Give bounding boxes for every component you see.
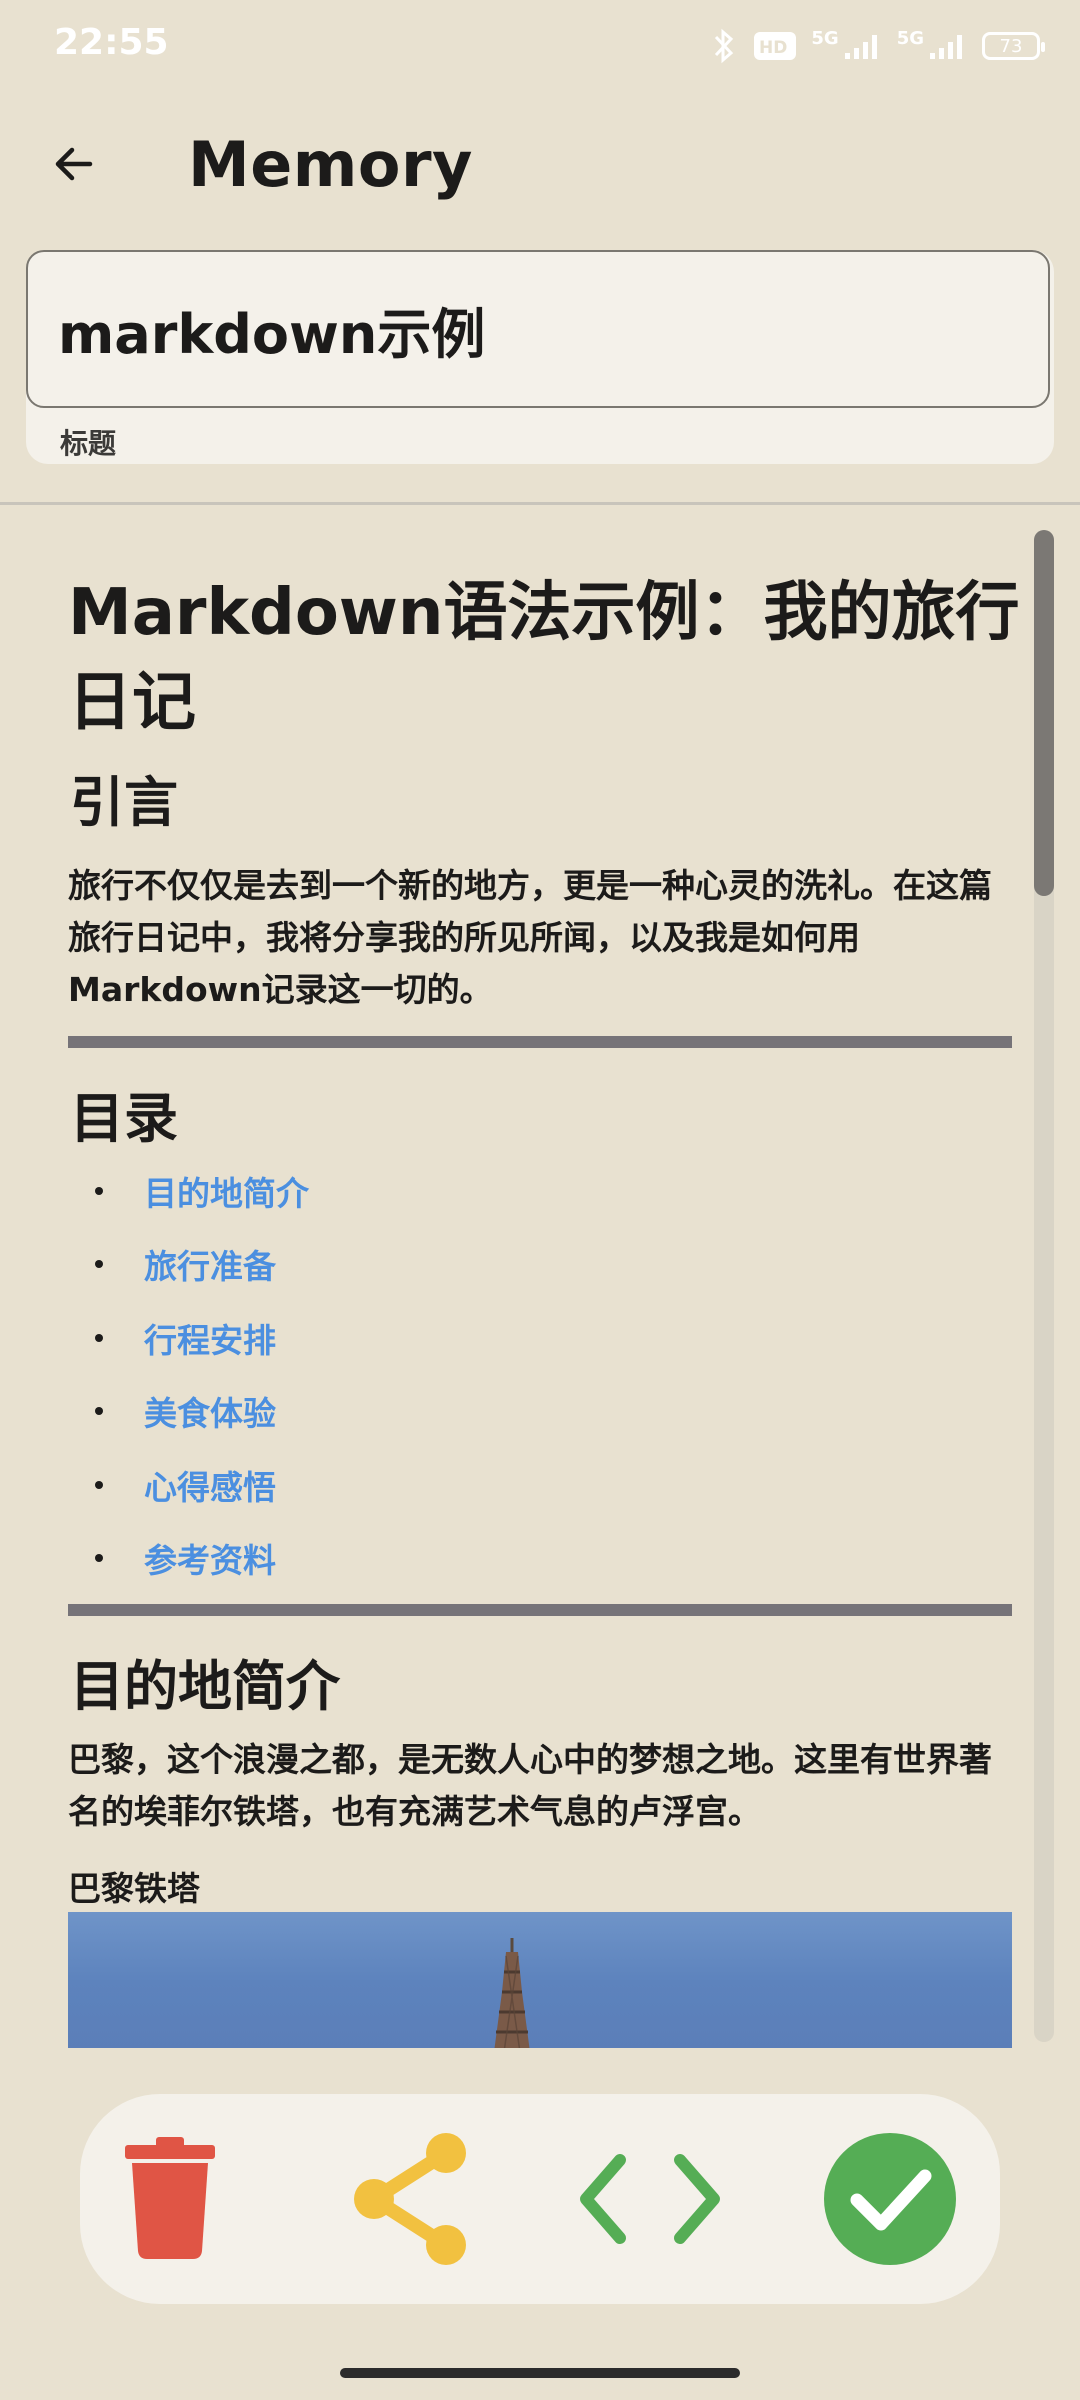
battery-icon: 73 xyxy=(982,32,1045,60)
section-heading-destination: 目的地简介 xyxy=(70,1655,340,1718)
trash-icon xyxy=(125,2137,215,2259)
markdown-preview[interactable]: Markdown语法示例：我的旅行日记 引言 旅行不仅仅是去到一个新的地方，更是… xyxy=(0,506,1050,2048)
page-title: Memory xyxy=(188,128,473,201)
toc-link[interactable]: 心得感悟 xyxy=(144,1461,276,1509)
status-bar: 22:55 HD 5G 5G 73 xyxy=(0,0,1080,92)
list-item: 美食体验 xyxy=(68,1375,968,1449)
check-circle-icon xyxy=(824,2133,956,2265)
list-item: 参考资料 xyxy=(68,1522,968,1596)
image-caption: 巴黎铁塔 xyxy=(68,1869,200,1908)
title-field-label: 标题 xyxy=(60,427,117,460)
list-item: 目的地简介 xyxy=(68,1154,968,1228)
battery-level: 73 xyxy=(999,35,1023,57)
list-item: 心得感悟 xyxy=(68,1448,968,1522)
network-label-2: 5G xyxy=(896,27,924,49)
code-icon xyxy=(580,2154,720,2244)
intro-paragraph: 旅行不仅仅是去到一个新的地方，更是一种心灵的洗礼。在这篇旅行日记中，我将分享我的… xyxy=(68,866,992,1009)
section-heading-toc: 目录 xyxy=(70,1087,178,1150)
divider xyxy=(0,502,1080,505)
app-bar: Memory xyxy=(0,110,1080,220)
signal-icon xyxy=(844,35,877,59)
eiffel-tower-image xyxy=(68,1912,1012,2048)
list-item: 行程安排 xyxy=(68,1301,968,1375)
horizontal-rule xyxy=(68,1604,1012,1616)
network-label-1: 5G xyxy=(811,27,839,49)
section-heading-intro: 引言 xyxy=(70,771,178,834)
code-view-button[interactable] xyxy=(560,2094,740,2304)
title-input[interactable]: markdown示例 xyxy=(26,250,1050,408)
toc-link[interactable]: 行程安排 xyxy=(144,1314,276,1362)
back-button[interactable] xyxy=(38,128,110,200)
toc-link[interactable]: 美食体验 xyxy=(144,1387,276,1435)
bottom-action-bar xyxy=(80,2094,1000,2304)
delete-button[interactable] xyxy=(80,2094,260,2304)
arrow-left-icon xyxy=(55,147,93,181)
home-indicator[interactable] xyxy=(340,2368,740,2378)
hd-voice-icon: HD xyxy=(754,32,797,60)
title-card: markdown示例 标题 xyxy=(26,250,1054,464)
status-icons: HD 5G 5G 73 xyxy=(709,24,1045,68)
scrollbar-thumb[interactable] xyxy=(1034,530,1054,896)
bluetooth-icon xyxy=(715,28,734,64)
document-heading: Markdown语法示例：我的旅行日记 xyxy=(68,576,1020,740)
eiffel-tower-icon xyxy=(494,1938,530,2048)
toc-link[interactable]: 参考资料 xyxy=(144,1534,276,1582)
horizontal-rule xyxy=(68,1036,1012,1048)
signal-icon xyxy=(930,35,962,59)
list-item: 旅行准备 xyxy=(68,1228,968,1302)
status-time: 22:55 xyxy=(54,22,169,63)
share-button[interactable] xyxy=(320,2094,500,2304)
svg-text:HD: HD xyxy=(759,38,787,58)
toc-link[interactable]: 旅行准备 xyxy=(144,1240,276,1288)
share-icon xyxy=(354,2133,466,2265)
toc-link[interactable]: 目的地简介 xyxy=(144,1167,309,1215)
destination-paragraph: 巴黎，这个浪漫之都，是无数人心中的梦想之地。这里有世界著名的埃菲尔铁塔，也有充满… xyxy=(68,1740,992,1831)
save-button[interactable] xyxy=(800,2094,980,2304)
toc-list: 目的地简介 旅行准备 行程安排 美食体验 心得感悟 参考资料 xyxy=(68,1154,968,1595)
